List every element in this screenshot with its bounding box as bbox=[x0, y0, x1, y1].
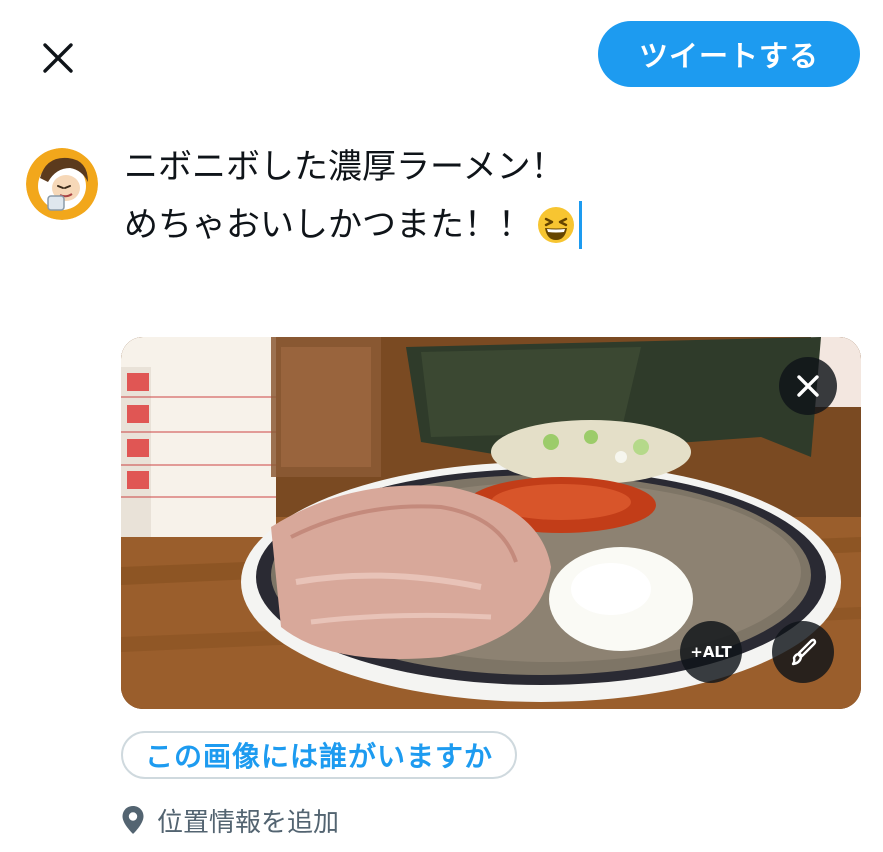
location-label: 位置情報を追加 bbox=[157, 807, 340, 838]
tweet-text-line-1: ニボニボした濃厚ラーメン！ bbox=[124, 147, 565, 187]
tweet-text-line-2: めちゃおいしかつまた！！ bbox=[124, 205, 532, 245]
edit-media-button[interactable] bbox=[772, 621, 834, 683]
tweet-text-line: めちゃおいしかつまた！！ bbox=[124, 196, 844, 254]
close-button[interactable] bbox=[30, 30, 86, 86]
add-alt-text-button[interactable]: +ALT bbox=[680, 621, 742, 683]
tag-people-label: この画像には誰がいますか bbox=[145, 740, 494, 773]
tweet-button[interactable]: ツイートする bbox=[598, 21, 860, 87]
avatar[interactable] bbox=[26, 148, 98, 220]
media-attachment[interactable] bbox=[121, 337, 861, 709]
location-pin-icon bbox=[122, 806, 144, 834]
paintbrush-icon bbox=[791, 638, 817, 666]
text-cursor bbox=[579, 201, 582, 249]
remove-media-button[interactable] bbox=[779, 357, 837, 415]
tag-people-button[interactable]: この画像には誰がいますか bbox=[121, 731, 518, 779]
ramen-photo bbox=[121, 337, 861, 709]
tweet-text-line: ニボニボした濃厚ラーメン！ bbox=[124, 138, 844, 196]
close-icon bbox=[43, 43, 73, 73]
close-icon bbox=[797, 375, 819, 397]
add-location-button[interactable]: 位置情報を追加 bbox=[121, 800, 339, 840]
tweet-text-area[interactable]: ニボニボした濃厚ラーメン！ めちゃおいしかつまた！！ bbox=[124, 138, 844, 254]
grinning-squinting-face-emoji bbox=[538, 207, 574, 243]
